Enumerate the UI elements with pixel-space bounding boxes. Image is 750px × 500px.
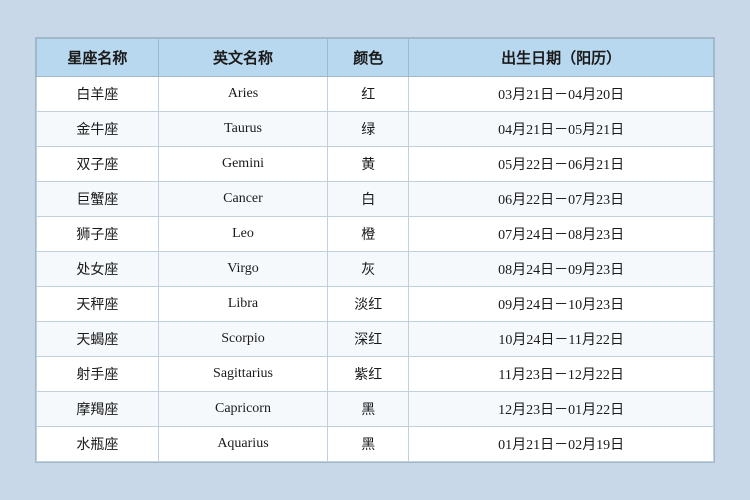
cell-date: 10月24日－11月22日 [409, 322, 714, 357]
cell-english-name: Sagittarius [158, 357, 327, 392]
cell-date: 05月22日－06月21日 [409, 147, 714, 182]
cell-color: 黑 [328, 392, 409, 427]
header-english-name: 英文名称 [158, 39, 327, 77]
cell-chinese-name: 射手座 [37, 357, 159, 392]
cell-chinese-name: 天秤座 [37, 287, 159, 322]
cell-date: 03月21日－04月20日 [409, 77, 714, 112]
cell-date: 08月24日－09月23日 [409, 252, 714, 287]
cell-english-name: Leo [158, 217, 327, 252]
table-row: 狮子座Leo橙07月24日－08月23日 [37, 217, 714, 252]
table-row: 摩羯座Capricorn黑12月23日－01月22日 [37, 392, 714, 427]
cell-english-name: Aquarius [158, 427, 327, 462]
cell-chinese-name: 白羊座 [37, 77, 159, 112]
cell-chinese-name: 水瓶座 [37, 427, 159, 462]
cell-chinese-name: 巨蟹座 [37, 182, 159, 217]
cell-english-name: Cancer [158, 182, 327, 217]
cell-color: 白 [328, 182, 409, 217]
table-row: 处女座Virgo灰08月24日－09月23日 [37, 252, 714, 287]
cell-english-name: Aries [158, 77, 327, 112]
cell-chinese-name: 金牛座 [37, 112, 159, 147]
cell-chinese-name: 天蝎座 [37, 322, 159, 357]
cell-date: 11月23日－12月22日 [409, 357, 714, 392]
cell-date: 06月22日－07月23日 [409, 182, 714, 217]
zodiac-table-container: 星座名称 英文名称 颜色 出生日期（阳历） 白羊座Aries红03月21日－04… [35, 37, 715, 463]
cell-date: 07月24日－08月23日 [409, 217, 714, 252]
cell-color: 橙 [328, 217, 409, 252]
cell-color: 淡红 [328, 287, 409, 322]
cell-chinese-name: 摩羯座 [37, 392, 159, 427]
header-chinese-name: 星座名称 [37, 39, 159, 77]
cell-english-name: Capricorn [158, 392, 327, 427]
cell-english-name: Virgo [158, 252, 327, 287]
table-row: 水瓶座Aquarius黑01月21日－02月19日 [37, 427, 714, 462]
table-header-row: 星座名称 英文名称 颜色 出生日期（阳历） [37, 39, 714, 77]
table-row: 射手座Sagittarius紫红11月23日－12月22日 [37, 357, 714, 392]
cell-english-name: Scorpio [158, 322, 327, 357]
cell-color: 绿 [328, 112, 409, 147]
cell-english-name: Taurus [158, 112, 327, 147]
zodiac-table: 星座名称 英文名称 颜色 出生日期（阳历） 白羊座Aries红03月21日－04… [36, 38, 714, 462]
header-color: 颜色 [328, 39, 409, 77]
cell-color: 灰 [328, 252, 409, 287]
cell-color: 紫红 [328, 357, 409, 392]
cell-color: 深红 [328, 322, 409, 357]
header-date: 出生日期（阳历） [409, 39, 714, 77]
cell-english-name: Libra [158, 287, 327, 322]
cell-chinese-name: 处女座 [37, 252, 159, 287]
table-row: 双子座Gemini黄05月22日－06月21日 [37, 147, 714, 182]
cell-color: 红 [328, 77, 409, 112]
table-row: 金牛座Taurus绿04月21日－05月21日 [37, 112, 714, 147]
table-row: 天秤座Libra淡红09月24日－10月23日 [37, 287, 714, 322]
table-row: 白羊座Aries红03月21日－04月20日 [37, 77, 714, 112]
cell-chinese-name: 狮子座 [37, 217, 159, 252]
cell-date: 01月21日－02月19日 [409, 427, 714, 462]
cell-date: 09月24日－10月23日 [409, 287, 714, 322]
cell-english-name: Gemini [158, 147, 327, 182]
table-row: 巨蟹座Cancer白06月22日－07月23日 [37, 182, 714, 217]
cell-color: 黄 [328, 147, 409, 182]
table-row: 天蝎座Scorpio深红10月24日－11月22日 [37, 322, 714, 357]
cell-color: 黑 [328, 427, 409, 462]
cell-date: 04月21日－05月21日 [409, 112, 714, 147]
cell-chinese-name: 双子座 [37, 147, 159, 182]
cell-date: 12月23日－01月22日 [409, 392, 714, 427]
